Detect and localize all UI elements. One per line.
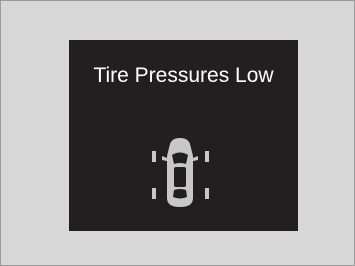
rear-window-icon (173, 189, 187, 199)
tire-pressure-warning-message: Tire Pressures Low (93, 64, 274, 87)
front-right-tire-icon (205, 151, 209, 162)
rear-right-tire-icon (205, 188, 209, 199)
roof-icon (174, 167, 186, 187)
display-screen: Tire Pressures Low (69, 40, 298, 231)
warning-illustration-frame: Tire Pressures Low (0, 0, 355, 266)
right-mirror-icon (193, 156, 198, 161)
car-top-view-tpms-icon (152, 138, 209, 207)
front-left-tire-icon (152, 151, 156, 162)
left-mirror-icon (162, 156, 167, 161)
windshield-icon (172, 152, 188, 164)
rear-left-tire-icon (152, 188, 156, 199)
